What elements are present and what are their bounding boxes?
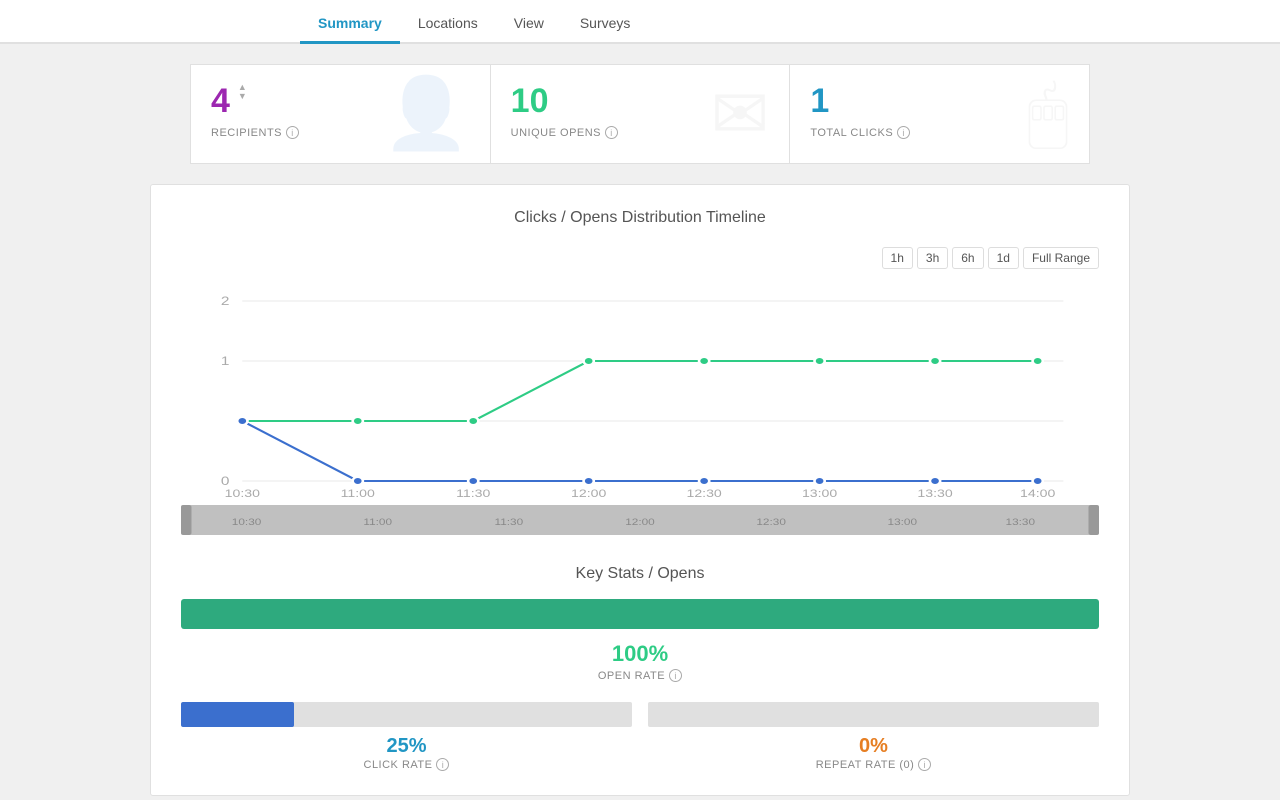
svg-text:12:30: 12:30 [686, 487, 721, 499]
repeat-rate-info-icon[interactable]: i [918, 758, 931, 771]
svg-text:12:00: 12:00 [625, 518, 655, 527]
click-rate-item: 25% CLICK RATE i [181, 702, 632, 771]
open-rate-info-icon[interactable]: i [669, 669, 682, 682]
svg-text:10:30: 10:30 [225, 487, 260, 499]
click-rate-label: CLICK RATE i [181, 758, 632, 771]
total-clicks-info-icon[interactable]: i [897, 126, 910, 139]
time-btn-6h[interactable]: 6h [952, 247, 983, 269]
total-clicks-value: 1 [810, 82, 829, 120]
total-clicks-bg-icon: 🖱 [1027, 73, 1069, 155]
stepper-down[interactable]: ▼ [238, 92, 247, 101]
open-rate-label: OPEN RATE i [181, 669, 1099, 682]
repeat-rate-label: REPEAT RATE (0) i [648, 758, 1099, 771]
svg-text:12:30: 12:30 [756, 518, 786, 527]
tabs-bar: Summary Locations View Surveys [0, 0, 1280, 44]
open-rate-bar [181, 599, 1099, 629]
open-rate-value: 100% [181, 641, 1099, 667]
svg-text:11:30: 11:30 [495, 518, 524, 527]
stat-card-unique-opens: 10 UNIQUE OPENS i ✉ [491, 64, 791, 164]
time-btn-fullrange[interactable]: Full Range [1023, 247, 1099, 269]
svg-text:13:30: 13:30 [917, 487, 952, 499]
recipients-info-icon[interactable]: i [286, 126, 299, 139]
chart-svg: 2 1 0 10:30 11:00 11:30 12:00 12:30 13:0… [191, 281, 1089, 501]
click-rate-bar-bg [181, 702, 632, 727]
svg-text:13:30: 13:30 [1006, 518, 1036, 527]
recipients-stepper[interactable]: ▲ ▼ [238, 83, 247, 101]
svg-text:0: 0 [221, 475, 230, 488]
tab-locations[interactable]: Locations [400, 5, 496, 44]
unique-opens-bg-icon: ✉ [711, 73, 770, 155]
tab-summary[interactable]: Summary [300, 5, 400, 44]
svg-text:13:00: 13:00 [888, 518, 918, 527]
main-panel: Clicks / Opens Distribution Timeline 1h … [150, 184, 1130, 796]
stat-card-recipients: 4 ▲ ▼ RECIPIENTS i 👤 [190, 64, 491, 164]
svg-text:13:00: 13:00 [802, 487, 837, 499]
tab-view[interactable]: View [496, 5, 562, 44]
chart-title: Clicks / Opens Distribution Timeline [181, 209, 1099, 227]
svg-text:1: 1 [221, 355, 230, 368]
svg-text:10:30: 10:30 [232, 518, 262, 527]
unique-opens-info-icon[interactable]: i [605, 126, 618, 139]
tab-surveys[interactable]: Surveys [562, 5, 649, 44]
key-stats-title: Key Stats / Opens [181, 565, 1099, 583]
repeat-rate-item: 0% REPEAT RATE (0) i [648, 702, 1099, 771]
time-btn-3h[interactable]: 3h [917, 247, 948, 269]
click-rate-bar-fill [181, 702, 294, 727]
svg-text:11:30: 11:30 [456, 487, 490, 499]
stat-card-total-clicks: 1 TOTAL CLICKS i 🖱 [790, 64, 1090, 164]
repeat-rate-value: 0% [648, 735, 1099, 758]
svg-text:14:00: 14:00 [1020, 487, 1055, 499]
unique-opens-value: 10 [511, 82, 549, 120]
click-rate-value: 25% [181, 735, 632, 758]
recipients-value: 4 [211, 83, 230, 120]
stats-row: 4 ▲ ▼ RECIPIENTS i 👤 10 UNIQU [190, 64, 1090, 164]
svg-text:2: 2 [221, 295, 230, 308]
svg-text:11:00: 11:00 [363, 518, 392, 527]
minimap-svg: 10:30 11:00 11:30 12:00 12:30 13:00 13:3… [181, 505, 1099, 535]
click-rate-info-icon[interactable]: i [436, 758, 449, 771]
chart-area: 2 1 0 10:30 11:00 11:30 12:00 12:30 13:0… [191, 281, 1089, 501]
svg-text:11:00: 11:00 [341, 487, 375, 499]
page-wrapper: Summary Locations View Surveys 4 ▲ ▼ REC… [0, 0, 1280, 800]
repeat-rate-bar-bg [648, 702, 1099, 727]
time-range-buttons: 1h 3h 6h 1d Full Range [181, 247, 1099, 269]
time-btn-1d[interactable]: 1d [988, 247, 1019, 269]
svg-text:12:00: 12:00 [571, 487, 606, 499]
click-stats-row: 25% CLICK RATE i 0% REPEAT RATE (0) i [181, 702, 1099, 771]
chart-minimap[interactable]: 10:30 11:00 11:30 12:00 12:30 13:00 13:3… [181, 505, 1099, 535]
recipients-bg-icon: 👤 [383, 73, 470, 155]
time-btn-1h[interactable]: 1h [882, 247, 913, 269]
